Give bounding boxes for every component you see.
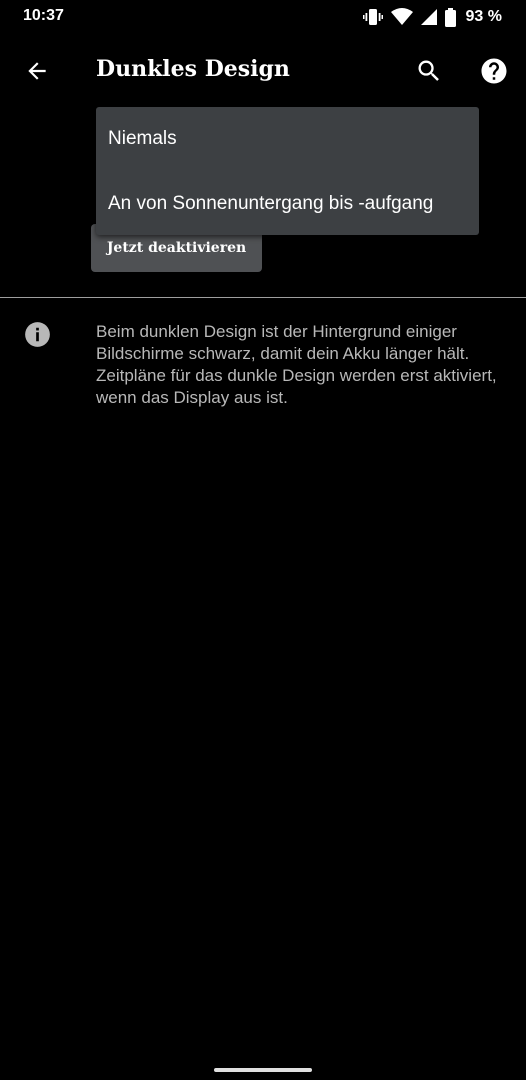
- back-arrow-icon: [28, 62, 46, 80]
- info-description: Beim dunklen Design ist der Hintergrund …: [96, 322, 497, 407]
- battery-icon: [444, 7, 456, 27]
- status-bar: 10:37 93 %: [0, 0, 526, 36]
- help-button[interactable]: [477, 54, 511, 88]
- status-icons: 93 %: [362, 6, 502, 28]
- divider: [0, 297, 526, 298]
- info-icon: [25, 322, 50, 347]
- status-time: 10:37: [23, 7, 64, 24]
- back-button[interactable]: [20, 54, 54, 88]
- app-bar: Dunkles Design: [0, 44, 526, 96]
- schedule-dropdown-menu: Niemals An von Sonnenuntergang bis -aufg…: [96, 107, 479, 235]
- help-icon: [481, 58, 507, 84]
- search-icon: [418, 60, 439, 81]
- search-button[interactable]: [412, 54, 446, 88]
- wifi-icon: [390, 8, 413, 26]
- deactivate-now-label: Jetzt deaktivieren: [106, 240, 247, 256]
- menu-item-never[interactable]: Niemals: [108, 128, 177, 150]
- gesture-nav-handle[interactable]: [214, 1068, 312, 1072]
- battery-percent: 93 %: [465, 8, 502, 25]
- vibrate-icon: [362, 8, 383, 26]
- page-title: Dunkles Design: [96, 56, 290, 82]
- cell-signal-icon: [420, 8, 437, 26]
- menu-item-sunset-to-sunrise[interactable]: An von Sonnenuntergang bis -aufgang: [108, 193, 433, 215]
